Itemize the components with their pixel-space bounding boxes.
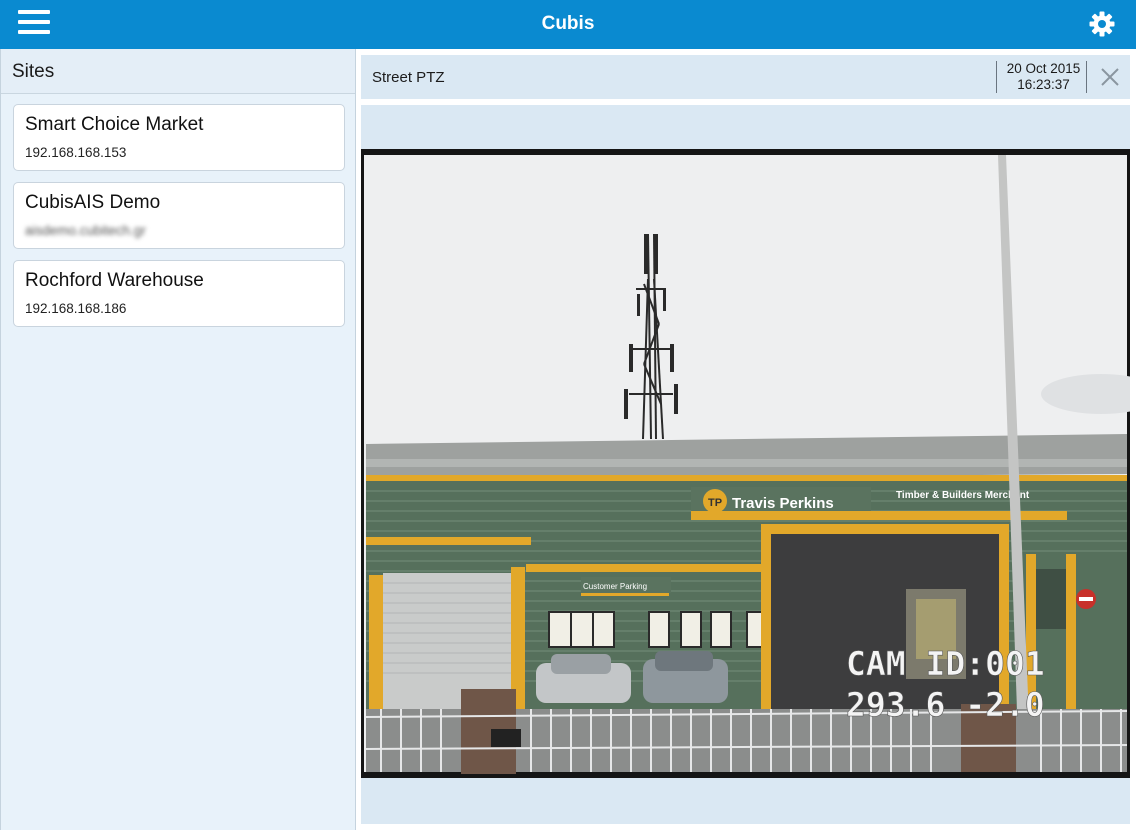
top-navigation-bar: Cubis (0, 0, 1136, 49)
site-host: aisdemo.cubitech.gr (25, 223, 146, 238)
camera-view-panel: Street PTZ 20 Oct 2015 16:23:37 TP Travi… (356, 49, 1136, 830)
site-item-cubisais-demo[interactable]: CubisAIS Demo aisdemo.cubitech.gr (13, 182, 345, 249)
camera-name: Street PTZ (372, 69, 445, 86)
sites-sidebar: Sites Smart Choice Market 192.168.168.15… (0, 49, 356, 830)
divider (996, 61, 997, 93)
site-host: 192.168.168.186 (25, 301, 127, 316)
site-name: Rochford Warehouse (25, 270, 204, 291)
ptz-position-overlay: 293.6 -2.0 (846, 685, 1045, 724)
camera-date: 20 Oct 2015 (1006, 61, 1081, 76)
camera-time: 16:23:37 (1017, 76, 1070, 92)
close-icon[interactable] (1099, 66, 1121, 88)
site-host: 192.168.168.153 (25, 145, 127, 160)
sidebar-header: Sites (1, 49, 355, 94)
store-sign-main: Travis Perkins (732, 495, 834, 512)
site-name: Smart Choice Market (25, 114, 204, 135)
camera-video-feed[interactable]: TP Travis Perkins Timber & Builders Merc… (361, 149, 1130, 778)
sidebar-title: Sites (12, 61, 55, 82)
site-item-rochford-warehouse[interactable]: Rochford Warehouse 192.168.168.186 (13, 260, 345, 327)
video-area: TP Travis Perkins Timber & Builders Merc… (361, 105, 1130, 824)
camera-timestamp: 20 Oct 2015 16:23:37 (1001, 61, 1086, 92)
parking-sign: Customer Parking (583, 582, 647, 591)
camera-header: Street PTZ 20 Oct 2015 16:23:37 (361, 55, 1130, 99)
svg-text:TP: TP (708, 497, 722, 509)
app-title: Cubis (541, 13, 595, 34)
gear-icon[interactable] (1088, 10, 1116, 38)
cam-id-overlay: CAM ID:001 (846, 644, 1045, 683)
divider (1086, 61, 1087, 93)
site-name: CubisAIS Demo (25, 192, 161, 213)
site-item-smart-choice-market[interactable]: Smart Choice Market 192.168.168.153 (13, 104, 345, 171)
